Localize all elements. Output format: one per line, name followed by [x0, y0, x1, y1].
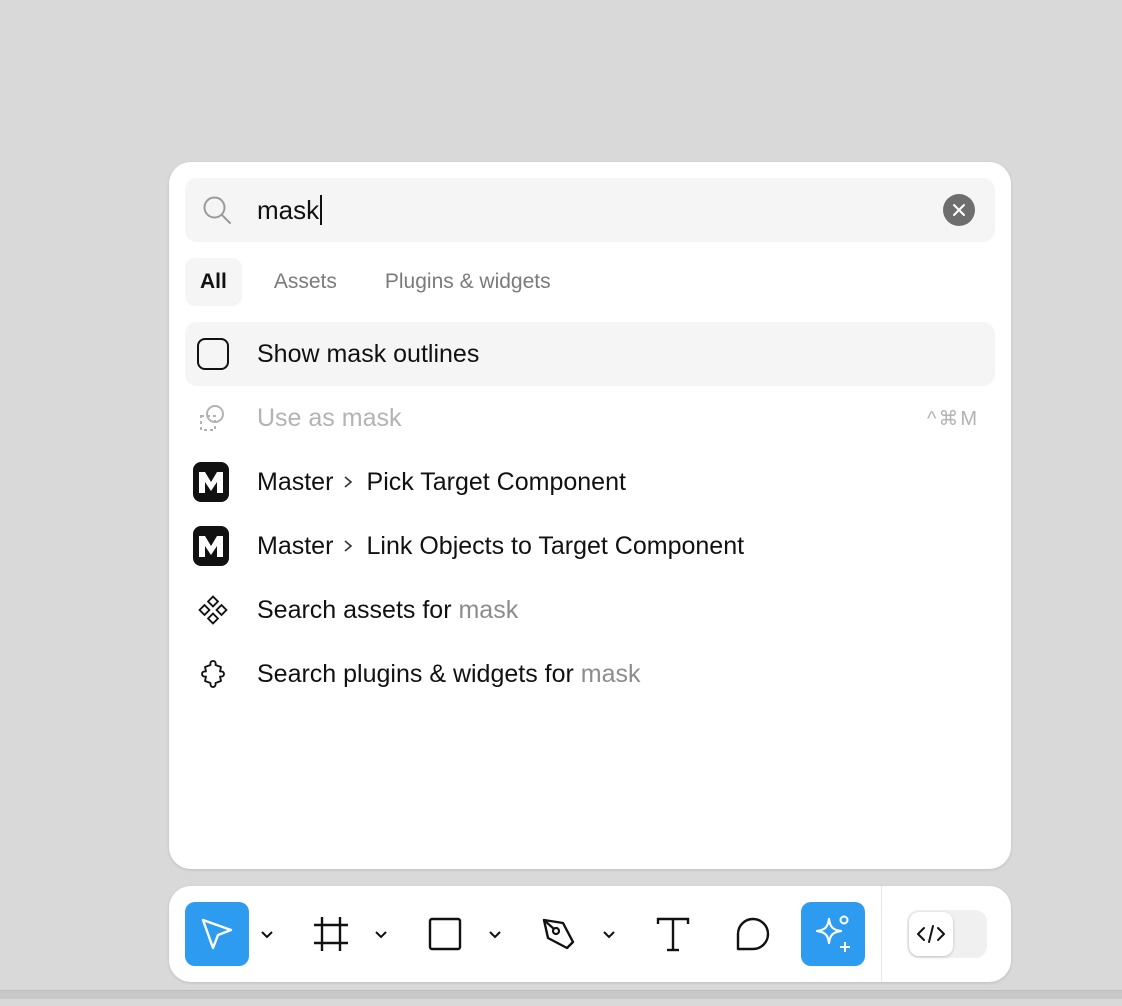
rectangle-icon: [428, 917, 462, 951]
frame-icon: [314, 917, 348, 951]
master-plugin-icon: [193, 526, 229, 566]
quick-actions-panel: mask All Assets Plugins & widgets Show m…: [169, 162, 1011, 869]
search-plugins-prefix: Search plugins & widgets for: [257, 659, 581, 688]
keyboard-shortcut: ^⌘M: [926, 407, 979, 430]
chevron-down-icon[interactable]: [487, 926, 503, 942]
result-master-pick-target[interactable]: Master Pick Target Component: [185, 450, 995, 514]
result-label: Search plugins & widgets for mask: [257, 660, 641, 689]
result-label: Search assets for mask: [257, 596, 518, 625]
search-query: mask: [458, 595, 519, 624]
plugin-name: Master: [257, 531, 334, 560]
text-caret: [320, 195, 323, 225]
pen-tool-button[interactable]: [527, 902, 591, 966]
chevron-right-icon: [337, 473, 358, 495]
search-bar[interactable]: mask: [185, 178, 995, 242]
assets-icon: [197, 594, 229, 626]
search-assets-prefix: Search assets for: [257, 595, 459, 624]
dev-mode-knob: [909, 912, 953, 956]
result-label: Show mask outlines: [257, 339, 480, 368]
mask-icon: [197, 402, 229, 434]
code-icon: [917, 925, 945, 943]
clear-search-button[interactable]: [943, 194, 975, 226]
search-results: Show mask outlines Use as mask ^⌘M Maste…: [185, 322, 995, 706]
chevron-down-icon[interactable]: [259, 926, 275, 942]
ai-tool-button[interactable]: [801, 902, 865, 966]
result-label: Master Pick Target Component: [257, 468, 626, 497]
search-icon: [201, 194, 233, 226]
search-tabs: All Assets Plugins & widgets: [185, 258, 583, 306]
tab-all[interactable]: All: [185, 258, 242, 306]
canvas-bottom-edge: [0, 990, 1122, 1006]
chevron-down-icon[interactable]: [373, 926, 389, 942]
plugin-icon: [197, 658, 229, 690]
result-search-plugins[interactable]: Search plugins & widgets for mask: [185, 642, 995, 706]
dev-mode-toggle[interactable]: [907, 910, 987, 958]
chevron-down-icon[interactable]: [601, 926, 617, 942]
move-tool-button[interactable]: [185, 902, 249, 966]
chevron-right-icon: [337, 537, 358, 559]
plugin-name: Master: [257, 467, 334, 496]
rectangle-tool-button[interactable]: [413, 902, 477, 966]
checkbox-icon: [197, 338, 229, 370]
frame-tool-button[interactable]: [299, 902, 363, 966]
cursor-arrow-icon: [201, 918, 233, 950]
pen-icon: [542, 918, 575, 950]
command-name: Link Objects to Target Component: [366, 531, 745, 560]
tab-assets[interactable]: Assets: [258, 258, 353, 306]
text-icon: [656, 917, 690, 952]
result-use-as-mask[interactable]: Use as mask ^⌘M: [185, 386, 995, 450]
result-label: Master Link Objects to Target Component: [257, 532, 744, 561]
bottom-toolbar: [169, 886, 1011, 982]
close-icon: [953, 204, 965, 216]
sparkle-icon: [815, 915, 850, 952]
result-search-assets[interactable]: Search assets for mask: [185, 578, 995, 642]
text-tool-button[interactable]: [641, 902, 705, 966]
comment-icon: [736, 917, 770, 951]
search-input[interactable]: mask: [257, 190, 917, 230]
tab-plugins-widgets[interactable]: Plugins & widgets: [369, 258, 567, 306]
result-master-link-objects[interactable]: Master Link Objects to Target Component: [185, 514, 995, 578]
result-show-mask-outlines[interactable]: Show mask outlines: [185, 322, 995, 386]
command-name: Pick Target Component: [366, 467, 626, 496]
master-plugin-icon: [193, 462, 229, 502]
comment-tool-button[interactable]: [721, 902, 785, 966]
result-label: Use as mask: [257, 403, 402, 432]
toolbar-divider: [881, 886, 882, 982]
search-query: mask: [580, 659, 641, 688]
search-input-value: mask: [257, 194, 320, 225]
